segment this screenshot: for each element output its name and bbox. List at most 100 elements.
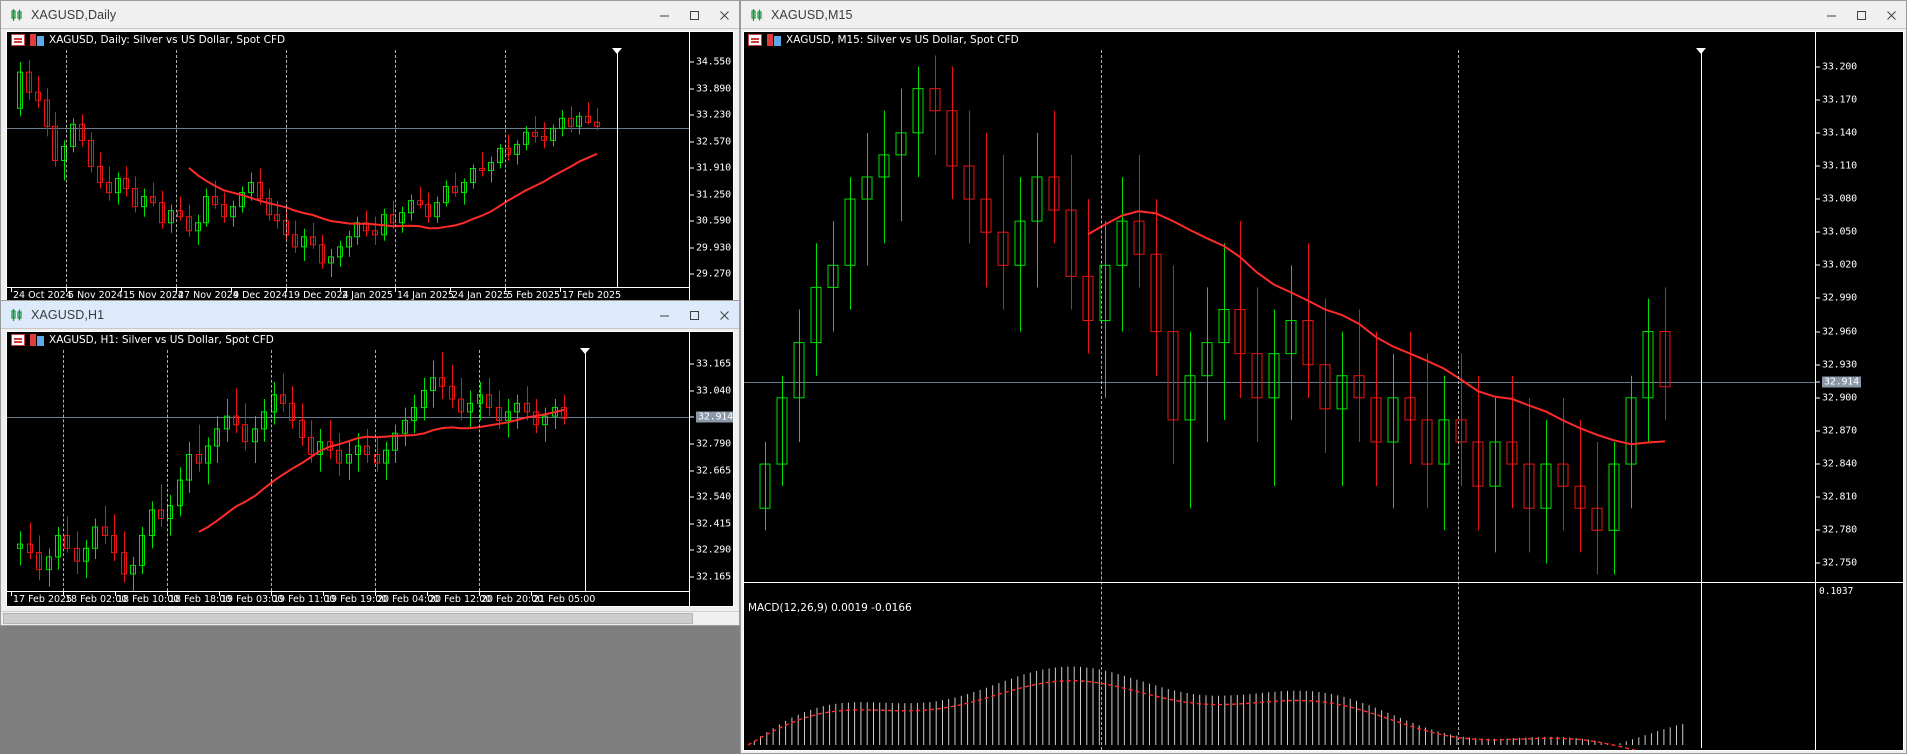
maximize-button[interactable] <box>679 1 709 29</box>
price-tick-label: 29.930 <box>690 242 731 253</box>
titlebar-daily[interactable]: XAGUSD,Daily <box>1 1 739 29</box>
price-tick-label: 32.415 <box>690 518 731 529</box>
price-tick-label: 31.250 <box>690 189 731 200</box>
grid-line-vertical <box>167 350 168 591</box>
grid-line-vertical <box>375 350 376 591</box>
grid-line-vertical <box>286 50 287 287</box>
window-controls-h1 <box>649 301 739 329</box>
chart-scroll-marker-icon[interactable] <box>580 348 590 354</box>
titlebar-m15[interactable]: XAGUSD,M15 <box>741 1 1906 29</box>
chart-m15[interactable]: XAGUSD, M15: Silver vs US Dollar, Spot C… <box>743 31 1904 751</box>
titlebar-h1[interactable]: XAGUSD,H1 <box>1 301 739 329</box>
window-title-daily: XAGUSD,Daily <box>31 7 117 22</box>
price-tick-label: 33.080 <box>1816 194 1857 205</box>
price-tick-label: 34.550 <box>690 57 731 68</box>
grid-line-vertical <box>395 50 396 287</box>
chart-scroll-marker-icon[interactable] <box>612 48 622 54</box>
price-tick-label: 33.200 <box>1816 61 1857 72</box>
price-tick-label: 31.910 <box>690 163 731 174</box>
window-controls-daily <box>649 1 739 29</box>
window-xagusd-daily[interactable]: XAGUSD,Daily XAGUSD, Daily: Silver vs US… <box>0 0 740 308</box>
time-tick-mark <box>11 288 12 292</box>
price-tick-label: 29.270 <box>690 269 731 280</box>
minimize-button[interactable] <box>1816 1 1846 29</box>
grid-line-vertical <box>63 350 64 591</box>
time-tick-mark <box>450 288 451 292</box>
scrollbar-thumb[interactable] <box>3 613 693 624</box>
chart-scroll-marker-icon[interactable] <box>1696 48 1706 54</box>
time-tick-mark <box>66 288 67 292</box>
time-tick-mark <box>479 592 480 596</box>
time-tick-mark <box>560 288 561 292</box>
price-tick-label: 32.540 <box>690 492 731 503</box>
chart-type-icon <box>30 34 44 46</box>
maximize-button[interactable] <box>1846 1 1876 29</box>
data-window-icon <box>11 334 25 346</box>
chart-daily[interactable]: XAGUSD, Daily: Silver vs US Dollar, Spot… <box>6 31 734 303</box>
grid-line-vertical <box>66 50 67 287</box>
candlestick-series <box>17 352 567 591</box>
time-tick-mark <box>323 592 324 596</box>
price-tick-label: 32.750 <box>1816 558 1857 569</box>
chart-title-h1: XAGUSD, H1: Silver vs US Dollar, Spot CF… <box>49 334 274 346</box>
macd-indicator-label: MACD(12,26,9) 0.0019 -0.0166 <box>748 602 912 614</box>
time-tick-mark <box>176 288 177 292</box>
time-tick-mark <box>121 288 122 292</box>
time-tick-mark <box>340 288 341 292</box>
window-controls-m15 <box>1816 1 1906 29</box>
chart-end-marker-line <box>617 50 618 287</box>
chart-type-icon <box>767 34 781 46</box>
macd-signal-line <box>747 680 1637 750</box>
time-tick-mark <box>375 592 376 596</box>
price-tick-label: 32.990 <box>1816 293 1857 304</box>
time-tick-mark <box>395 288 396 292</box>
time-tick-mark <box>286 288 287 292</box>
candlestick-icon <box>9 307 25 323</box>
candlestick-icon <box>9 7 25 23</box>
macd-scale-top: 0.1037 <box>1819 586 1854 597</box>
grid-line-vertical <box>271 350 272 591</box>
minimize-button[interactable] <box>649 1 679 29</box>
window-title-h1: XAGUSD,H1 <box>31 307 105 322</box>
chart-header-h1: XAGUSD, H1: Silver vs US Dollar, Spot CF… <box>7 332 274 348</box>
grid-line-vertical <box>505 50 506 287</box>
grid-line-vertical <box>176 50 177 287</box>
time-tick-mark <box>271 592 272 596</box>
maximize-button[interactable] <box>679 301 709 329</box>
price-tick-label: 33.170 <box>1816 94 1857 105</box>
moving-average-line <box>198 408 565 533</box>
price-tick-label: 32.900 <box>1816 392 1857 403</box>
time-tick-mark <box>505 288 506 292</box>
window-title-m15: XAGUSD,M15 <box>771 7 853 22</box>
chart-title-m15: XAGUSD, M15: Silver vs US Dollar, Spot C… <box>786 34 1019 46</box>
price-tick-label: 32.165 <box>690 572 731 583</box>
close-button[interactable] <box>709 301 739 329</box>
price-tick-label: 32.790 <box>690 438 731 449</box>
price-tick-label: 33.020 <box>1816 260 1857 271</box>
chart-title-daily: XAGUSD, Daily: Silver vs US Dollar, Spot… <box>49 34 286 46</box>
close-button[interactable] <box>709 1 739 29</box>
time-tick-label: 21 Feb 05:00 <box>533 594 596 605</box>
chart-header-m15: XAGUSD, M15: Silver vs US Dollar, Spot C… <box>744 32 1019 48</box>
price-axis-h1: 33.165 33.040 32.914 32.790 32.665 32.540 32.4… <box>689 332 733 606</box>
time-tick-mark <box>531 592 532 596</box>
chart-header-daily: XAGUSD, Daily: Silver vs US Dollar, Spot… <box>7 32 285 48</box>
time-tick-mark <box>63 592 64 596</box>
price-tick-label: 32.870 <box>1816 425 1857 436</box>
grid-line-vertical <box>479 350 480 591</box>
close-button[interactable] <box>1876 1 1906 29</box>
price-tick-label: 30.590 <box>690 216 731 227</box>
price-tick-label: 33.040 <box>690 385 731 396</box>
price-tick-label: 33.230 <box>690 110 731 121</box>
window-xagusd-m15[interactable]: XAGUSD,M15 XAGUSD, M15: Silver vs US Dol… <box>740 0 1907 754</box>
window-xagusd-h1[interactable]: XAGUSD,H1 XAGUSD, H1: Silver vs US Dolla… <box>0 300 740 626</box>
candlestick-series <box>17 60 600 277</box>
minimize-button[interactable] <box>649 301 679 329</box>
chart-h1[interactable]: XAGUSD, H1: Silver vs US Dollar, Spot CF… <box>6 331 734 607</box>
horizontal-scrollbar-h1[interactable] <box>1 611 739 625</box>
chart-end-marker-line <box>585 350 586 591</box>
price-tick-label: 32.570 <box>690 136 731 147</box>
price-tick-label: 32.930 <box>1816 359 1857 370</box>
price-tick-label: 32.290 <box>690 545 731 556</box>
price-tick-label: 33.140 <box>1816 127 1857 138</box>
